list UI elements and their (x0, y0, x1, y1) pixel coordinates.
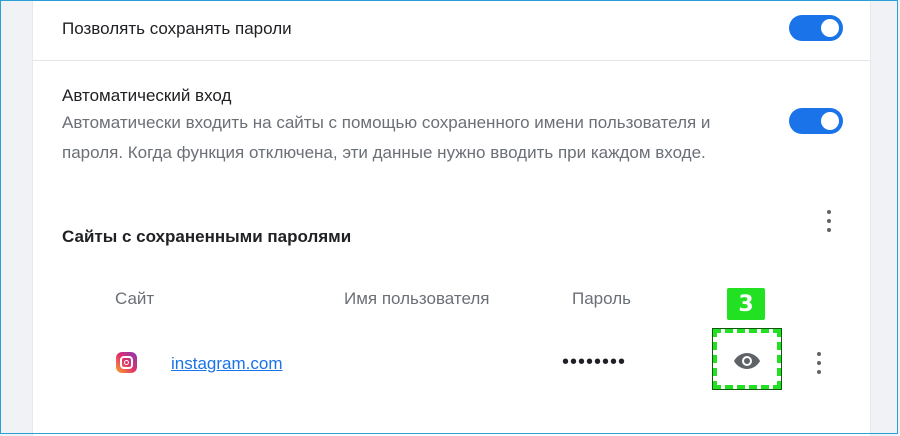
dot (817, 361, 821, 365)
auto-signin-toggle[interactable] (789, 108, 843, 134)
auto-signin-label: Автоматический вход (62, 86, 232, 105)
saved-passwords-title: Сайты с сохраненными паролями (62, 227, 352, 246)
save-passwords-toggle[interactable] (789, 15, 843, 41)
save-passwords-label: Позволять сохранять пароли (62, 19, 292, 38)
highlight-box (713, 329, 781, 389)
auto-signin-desc-line1: Автоматически входить на сайты с помощью… (62, 113, 711, 132)
icon-lens (124, 360, 129, 365)
dot (817, 370, 821, 374)
column-header-password: Пароль (572, 289, 631, 308)
masked-password: •••••••• (562, 351, 627, 373)
toggle-knob (821, 19, 839, 37)
dot (827, 228, 831, 232)
column-header-site: Сайт (115, 289, 155, 308)
step-badge: 3 (727, 288, 765, 320)
saved-passwords-menu-button[interactable] (823, 210, 835, 232)
auto-signin-desc-line2: пароля. Когда функция отключена, эти дан… (62, 143, 706, 162)
site-link[interactable]: instagram.com (171, 354, 282, 374)
divider (33, 60, 870, 61)
dot (817, 352, 821, 356)
instagram-icon (116, 352, 137, 373)
row-menu-button[interactable] (813, 352, 825, 374)
toggle-knob (821, 112, 839, 130)
dot (827, 210, 831, 214)
column-header-username: Имя пользователя (344, 289, 490, 308)
dot (827, 219, 831, 223)
